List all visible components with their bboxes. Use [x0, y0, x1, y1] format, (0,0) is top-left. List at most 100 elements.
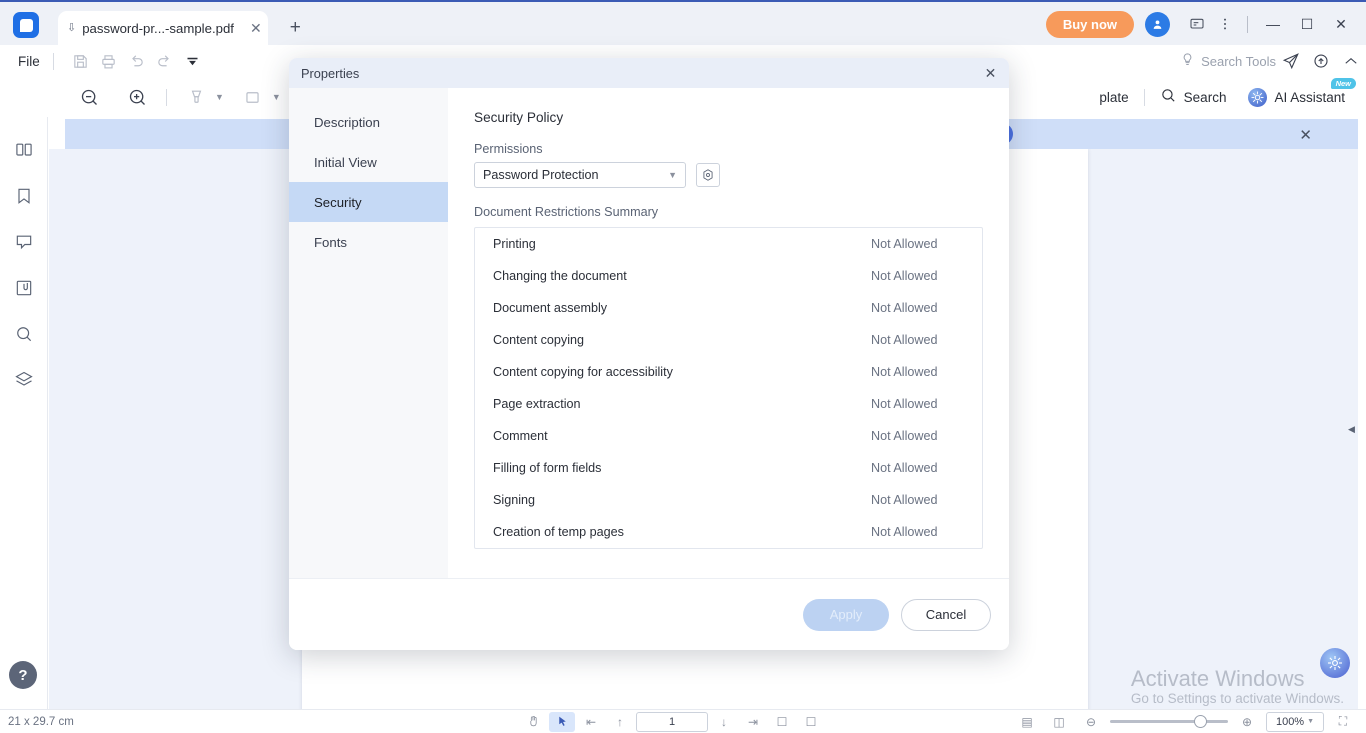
- zoom-slider[interactable]: [1110, 715, 1228, 728]
- thumbnails-icon[interactable]: [8, 134, 40, 166]
- buy-now-button[interactable]: Buy now: [1045, 10, 1134, 38]
- chevron-down-icon: ▼: [1307, 718, 1315, 725]
- send-icon[interactable]: [1276, 46, 1306, 76]
- cloud-upload-icon[interactable]: [1306, 46, 1336, 76]
- permissions-select[interactable]: Password Protection ▼: [474, 162, 686, 188]
- continuous-scroll-icon[interactable]: ▤: [1014, 712, 1040, 732]
- next-page-icon[interactable]: ↓: [711, 712, 737, 732]
- restriction-name: Comment: [493, 429, 548, 443]
- restriction-name: Filling of form fields: [493, 461, 602, 475]
- zoom-level-label: 100%: [1275, 715, 1305, 728]
- table-row: Page extraction Not Allowed: [475, 388, 982, 420]
- user-avatar-icon[interactable]: [1145, 11, 1170, 37]
- divider: [52, 52, 54, 70]
- zoom-in-icon[interactable]: ⊕: [1234, 712, 1260, 732]
- facing-pages-icon[interactable]: ☐: [798, 712, 824, 732]
- permissions-value: Password Protection: [483, 168, 599, 182]
- nav-item-security[interactable]: Security: [289, 182, 448, 222]
- search-icon[interactable]: [8, 318, 40, 350]
- zoom-out-icon[interactable]: [72, 80, 106, 114]
- dialog-footer: Apply Cancel: [289, 578, 1009, 650]
- first-page-icon[interactable]: ⇤: [578, 712, 604, 732]
- ai-assistant-button[interactable]: AI Assistant New: [1237, 78, 1356, 113]
- nav-item-fonts[interactable]: Fonts: [289, 222, 448, 262]
- chevron-down-icon[interactable]: ▼: [215, 92, 224, 102]
- maximize-icon[interactable]: ☐: [1290, 10, 1324, 38]
- triangle-left-icon[interactable]: ◀: [1347, 417, 1356, 441]
- permissions-field-row: Password Protection ▼: [474, 162, 983, 188]
- ribbon-right-actions: plate Search AI Assistant New: [1088, 77, 1356, 117]
- table-row: Printing Not Allowed: [475, 228, 982, 260]
- search-button[interactable]: Search: [1149, 81, 1238, 113]
- restriction-value: Not Allowed: [871, 429, 938, 443]
- previous-page-icon[interactable]: ↑: [607, 712, 633, 732]
- section-title: Security Policy: [474, 110, 564, 125]
- comment-icon[interactable]: [8, 226, 40, 258]
- undo-icon[interactable]: [123, 47, 151, 75]
- minimize-icon[interactable]: —: [1256, 10, 1290, 38]
- help-question-icon[interactable]: ?: [9, 661, 37, 689]
- left-rail: ?: [0, 117, 48, 709]
- rectangle-icon[interactable]: [236, 80, 270, 114]
- properties-dialog: Properties ✕ Description Initial View Se…: [289, 58, 1009, 650]
- app-window: ⇩ password-pr...-sample.pdf ✕ + Buy now …: [0, 0, 1366, 733]
- attachment-icon[interactable]: [8, 272, 40, 304]
- page-size-label: 21 x 29.7 cm: [8, 715, 74, 728]
- cancel-button[interactable]: Cancel: [901, 598, 991, 631]
- divider: [166, 88, 167, 106]
- close-icon[interactable]: ✕: [1299, 126, 1312, 144]
- fullscreen-icon[interactable]: ⛶: [1330, 712, 1356, 732]
- zoom-slider-knob[interactable]: [1194, 715, 1207, 728]
- feedback-icon[interactable]: [1183, 10, 1211, 38]
- layers-icon[interactable]: [8, 364, 40, 396]
- select-tool-icon[interactable]: [549, 711, 575, 732]
- gear-settings-icon[interactable]: [696, 163, 720, 187]
- document-tab[interactable]: ⇩ password-pr...-sample.pdf ✕: [58, 11, 268, 45]
- dialog-title: Properties: [301, 65, 360, 81]
- chevron-double-down-icon[interactable]: ⇩: [67, 22, 76, 34]
- title-bar: ⇩ password-pr...-sample.pdf ✕ + Buy now …: [0, 0, 1366, 45]
- nav-item-initial-view[interactable]: Initial View: [289, 142, 448, 182]
- apply-button[interactable]: Apply: [803, 598, 889, 631]
- dialog-title-bar: Properties ✕: [289, 58, 1009, 88]
- search-tools-entry[interactable]: Search Tools: [1180, 52, 1276, 70]
- single-page-icon[interactable]: ☐: [769, 712, 795, 732]
- plus-icon[interactable]: +: [290, 17, 301, 39]
- restriction-name: Printing: [493, 237, 536, 251]
- file-menu[interactable]: File: [18, 54, 40, 69]
- hand-tool-icon[interactable]: [520, 712, 546, 732]
- search-tools-row: Search Tools: [1180, 45, 1366, 77]
- bookmark-icon[interactable]: [8, 180, 40, 212]
- dropdown-filled-icon[interactable]: [179, 47, 207, 75]
- search-tools-label: Search Tools: [1201, 53, 1276, 69]
- restriction-value: Not Allowed: [871, 365, 938, 379]
- dialog-main-panel: Security Policy Permissions Password Pro…: [448, 88, 1009, 578]
- print-icon[interactable]: [95, 47, 123, 75]
- table-row: Creation of temp pages Not Allowed: [475, 516, 982, 548]
- fit-page-icon[interactable]: ◫: [1046, 712, 1072, 732]
- close-icon[interactable]: ✕: [981, 64, 1000, 83]
- restriction-name: Content copying for accessibility: [493, 365, 673, 379]
- dialog-body: Description Initial View Security Fonts …: [289, 88, 1009, 578]
- ai-orb-floating-icon[interactable]: [1320, 648, 1350, 678]
- restriction-value: Not Allowed: [871, 461, 938, 475]
- status-center-controls: ⇤ ↑ 1 ↓ ⇥ ☐ ☐: [520, 711, 824, 732]
- nav-item-description[interactable]: Description: [289, 102, 448, 142]
- chevron-up-icon[interactable]: [1336, 46, 1366, 76]
- chevron-down-icon[interactable]: ▼: [272, 92, 281, 102]
- tab-strip: ⇩ password-pr...-sample.pdf ✕ +: [58, 11, 301, 45]
- page-number-input[interactable]: 1: [636, 711, 708, 732]
- window-controls: Buy now — ☐ ✕: [1045, 10, 1358, 38]
- close-window-icon[interactable]: ✕: [1324, 10, 1358, 38]
- zoom-in-icon[interactable]: [120, 80, 154, 114]
- last-page-icon[interactable]: ⇥: [740, 712, 766, 732]
- template-button[interactable]: plate: [1088, 81, 1139, 113]
- highlight-icon[interactable]: [179, 80, 213, 114]
- zoom-level-select[interactable]: 100% ▼: [1266, 711, 1324, 732]
- redo-icon[interactable]: [151, 47, 179, 75]
- zoom-out-icon[interactable]: ⊖: [1078, 712, 1104, 732]
- table-row: Content copying Not Allowed: [475, 324, 982, 356]
- more-vertical-icon[interactable]: [1211, 10, 1239, 38]
- save-icon[interactable]: [67, 47, 95, 75]
- close-icon[interactable]: ✕: [250, 21, 262, 35]
